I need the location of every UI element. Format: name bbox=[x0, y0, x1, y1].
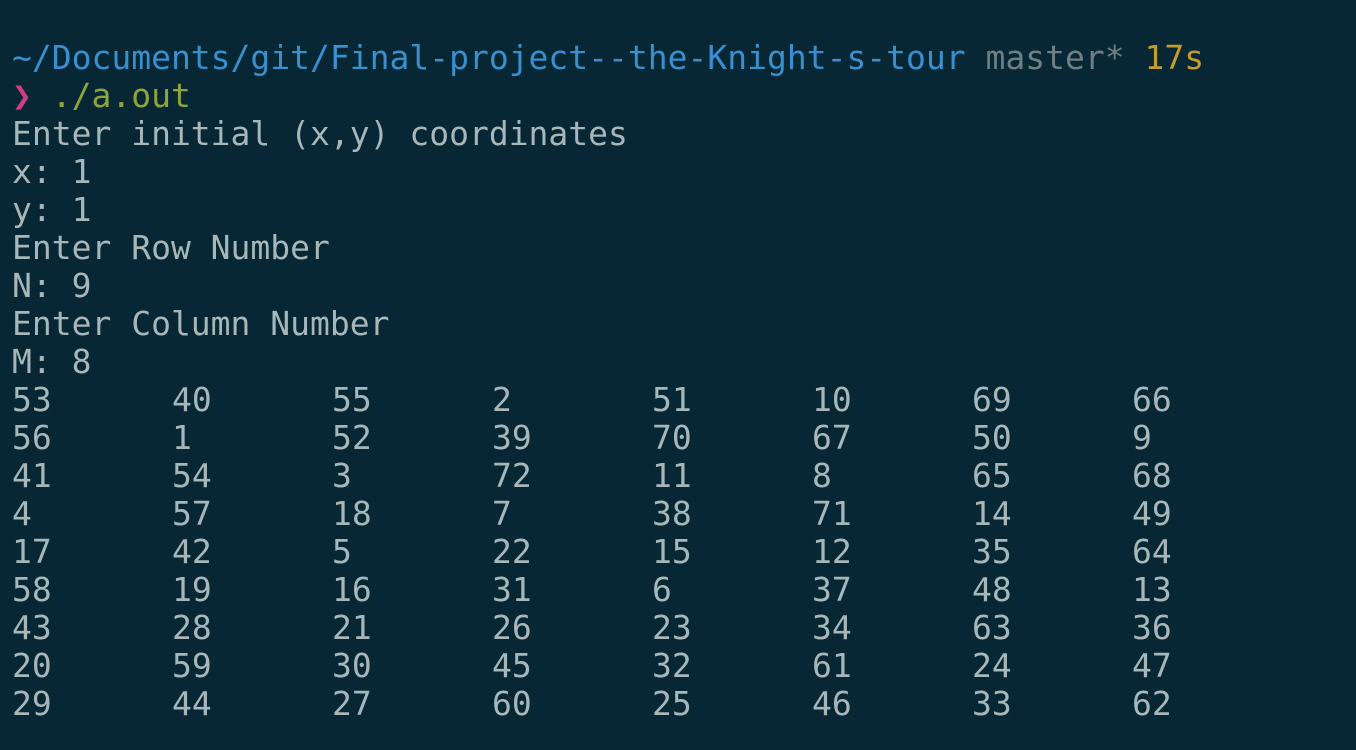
board-cell: 13 bbox=[1132, 570, 1172, 609]
board-cell: 57 bbox=[172, 494, 212, 533]
command-text: ./a.out bbox=[51, 76, 191, 115]
board-cell: 34 bbox=[812, 608, 852, 647]
board-cell: 58 bbox=[12, 570, 52, 609]
board-cell: 3 bbox=[332, 456, 352, 495]
board-cell: 68 bbox=[1132, 456, 1172, 495]
board-cell: 50 bbox=[972, 418, 1012, 457]
board-cell: 46 bbox=[812, 684, 852, 723]
board-cell: 63 bbox=[972, 608, 1012, 647]
board-cell: 19 bbox=[172, 570, 212, 609]
coordinate-prompt: Enter initial (x,y) coordinates bbox=[12, 114, 628, 153]
board-cell: 20 bbox=[12, 646, 52, 685]
board-cell: 53 bbox=[12, 380, 52, 419]
board-cell: 69 bbox=[972, 380, 1012, 419]
board-cell: 39 bbox=[492, 418, 532, 457]
board-cell: 32 bbox=[652, 646, 692, 685]
row-prompt: Enter Row Number bbox=[12, 228, 330, 267]
board-cell: 40 bbox=[172, 380, 212, 419]
board-cell: 31 bbox=[492, 570, 532, 609]
board-cell: 8 bbox=[812, 456, 832, 495]
board-cell: 1 bbox=[172, 418, 192, 457]
board-cell: 67 bbox=[812, 418, 852, 457]
board-cell: 59 bbox=[172, 646, 212, 685]
board-cell: 17 bbox=[12, 532, 52, 571]
board-cell: 41 bbox=[12, 456, 52, 495]
board-row: 29 44 27 60 25 46 33 62 bbox=[12, 685, 1356, 723]
board-cell: 30 bbox=[332, 646, 372, 685]
board-cell: 45 bbox=[492, 646, 532, 685]
board-row: 17 42 5 22 15 12 35 64 bbox=[12, 533, 1356, 571]
board-cell: 33 bbox=[972, 684, 1012, 723]
board-cell: 51 bbox=[652, 380, 692, 419]
board-row: 41 54 3 72 11 8 65 68 bbox=[12, 457, 1356, 495]
board-cell: 26 bbox=[492, 608, 532, 647]
board-cell: 61 bbox=[812, 646, 852, 685]
board-cell: 10 bbox=[812, 380, 852, 419]
board-cell: 70 bbox=[652, 418, 692, 457]
board-cell: 6 bbox=[652, 570, 672, 609]
board-cell: 29 bbox=[12, 684, 52, 723]
current-path: ~/Documents/git/Final-project--the-Knigh… bbox=[12, 38, 966, 77]
board-cell: 54 bbox=[172, 456, 212, 495]
board-row: 20 59 30 45 32 61 24 47 bbox=[12, 647, 1356, 685]
board-cell: 27 bbox=[332, 684, 372, 723]
column-prompt: Enter Column Number bbox=[12, 304, 390, 343]
board-row: 53 40 55 2 51 10 69 66 bbox=[12, 381, 1356, 419]
board-cell: 64 bbox=[1132, 532, 1172, 571]
board-cell: 25 bbox=[652, 684, 692, 723]
prompt-info-line: ~/Documents/git/Final-project--the-Knigh… bbox=[12, 39, 1356, 77]
git-branch: master* bbox=[985, 38, 1125, 77]
board-cell: 14 bbox=[972, 494, 1012, 533]
board-row: 4 57 18 7 38 71 14 49 bbox=[12, 495, 1356, 533]
board-cell: 4 bbox=[12, 494, 32, 533]
board-cell: 66 bbox=[1132, 380, 1172, 419]
board-row: 56 1 52 39 70 67 50 9 bbox=[12, 419, 1356, 457]
board-cell: 47 bbox=[1132, 646, 1172, 685]
board-cell: 21 bbox=[332, 608, 372, 647]
board-cell: 62 bbox=[1132, 684, 1172, 723]
board-cell: 15 bbox=[652, 532, 692, 571]
terminal-window[interactable]: ~/Documents/git/Final-project--the-Knigh… bbox=[0, 0, 1356, 750]
board-cell: 38 bbox=[652, 494, 692, 533]
board-cell: 52 bbox=[332, 418, 372, 457]
board-cell: 2 bbox=[492, 380, 512, 419]
board-cell: 60 bbox=[492, 684, 532, 723]
board-cell: 24 bbox=[972, 646, 1012, 685]
board-cell: 42 bbox=[172, 532, 212, 571]
board-row: 58 19 16 31 6 37 48 13 bbox=[12, 571, 1356, 609]
board-cell: 11 bbox=[652, 456, 692, 495]
command-duration: 17s bbox=[1144, 38, 1205, 77]
board-cell: 28 bbox=[172, 608, 212, 647]
n-input-line: N: 9 bbox=[12, 266, 92, 305]
board-row: 43 28 21 26 23 34 63 36 bbox=[12, 609, 1356, 647]
board-cell: 22 bbox=[492, 532, 532, 571]
board-cell: 56 bbox=[12, 418, 52, 457]
command-line: ❯ ./a.out bbox=[12, 77, 1356, 115]
board-cell: 44 bbox=[172, 684, 212, 723]
board-cell: 23 bbox=[652, 608, 692, 647]
y-input-line: y: 1 bbox=[12, 190, 92, 229]
knight-tour-board: 53 40 55 2 51 10 69 66 56 1 52 39 70 67 50 9 41 54 3 72 11 8 6… bbox=[12, 381, 1356, 723]
board-cell: 35 bbox=[972, 532, 1012, 571]
board-cell: 72 bbox=[492, 456, 532, 495]
board-cell: 7 bbox=[492, 494, 512, 533]
board-cell: 9 bbox=[1132, 418, 1152, 457]
board-cell: 55 bbox=[332, 380, 372, 419]
prompt-arrow-icon: ❯ bbox=[12, 76, 32, 115]
board-cell: 5 bbox=[332, 532, 352, 571]
board-cell: 12 bbox=[812, 532, 852, 571]
m-input-line: M: 8 bbox=[12, 342, 92, 381]
board-cell: 37 bbox=[812, 570, 852, 609]
board-cell: 36 bbox=[1132, 608, 1172, 647]
board-cell: 48 bbox=[972, 570, 1012, 609]
board-cell: 49 bbox=[1132, 494, 1172, 533]
board-cell: 65 bbox=[972, 456, 1012, 495]
x-input-line: x: 1 bbox=[12, 152, 92, 191]
board-cell: 71 bbox=[812, 494, 852, 533]
board-cell: 43 bbox=[12, 608, 52, 647]
board-cell: 18 bbox=[332, 494, 372, 533]
board-cell: 16 bbox=[332, 570, 372, 609]
